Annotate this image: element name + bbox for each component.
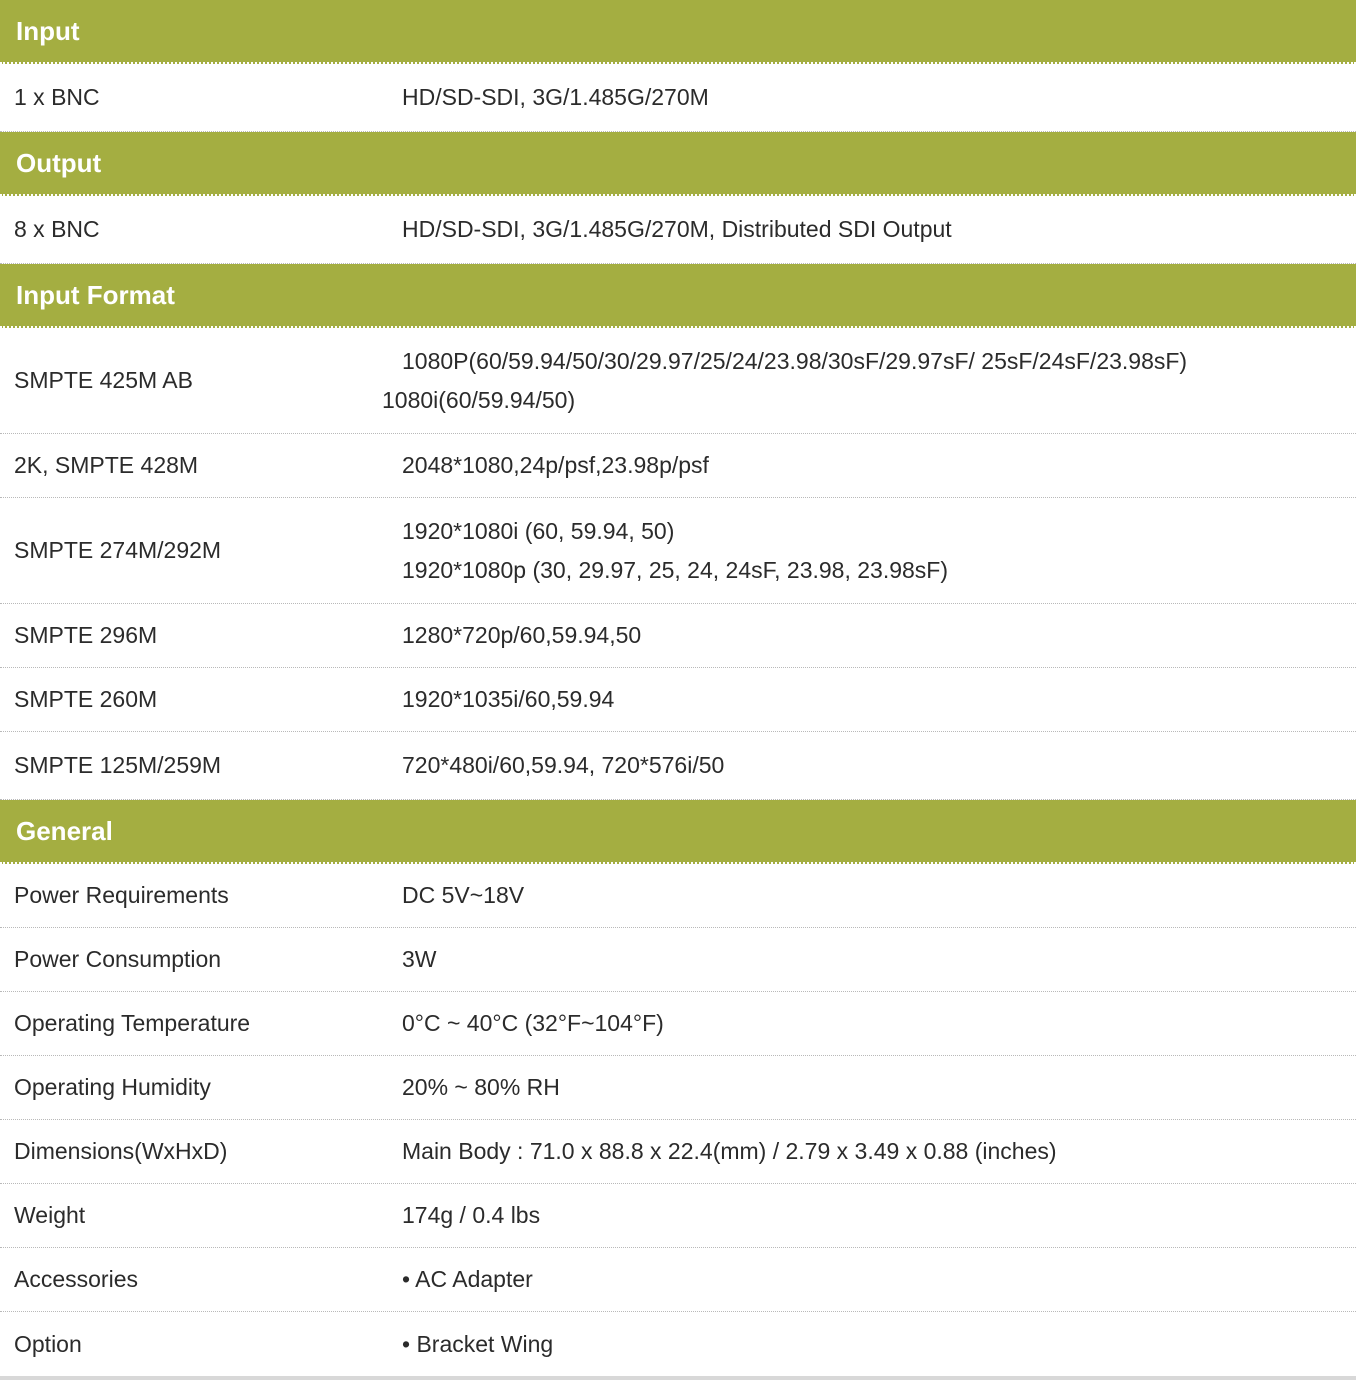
section-title: Input <box>16 15 80 46</box>
value-line: 1080P(60/59.94/50/30/29.97/25/24/23.98/3… <box>402 347 1188 374</box>
section-header-output: Output <box>0 132 1356 196</box>
row-label: Weight <box>14 1202 86 1228</box>
table-row: Weight 174g / 0.4 lbs <box>0 1184 1356 1248</box>
row-label: SMPTE 274M/292M <box>14 537 222 563</box>
row-label: 8 x BNC <box>14 216 100 242</box>
row-label: Accessories <box>14 1266 138 1292</box>
table-row: SMPTE 425M AB 1080P(60/59.94/50/30/29.97… <box>0 328 1356 434</box>
table-row: 8 x BNC HD/SD-SDI, 3G/1.485G/270M, Distr… <box>0 196 1356 264</box>
row-value: 1920*1080i (60, 59.94, 50) 1920*1080p (3… <box>382 518 1356 584</box>
table-row: 1 x BNC HD/SD-SDI, 3G/1.485G/270M <box>0 64 1356 132</box>
section-header-input-format: Input Format <box>0 264 1356 328</box>
value-line: 1920*1080p (30, 29.97, 25, 24, 24sF, 23.… <box>402 556 949 583</box>
row-label: Dimensions(WxHxD) <box>14 1138 228 1164</box>
value-line: 1920*1080i (60, 59.94, 50) <box>402 517 675 544</box>
row-label: Operating Temperature <box>14 1010 251 1036</box>
row-value: 0°C ~ 40°C (32°F~104°F) <box>402 1010 664 1036</box>
table-row: Power Requirements DC 5V~18V <box>0 864 1356 928</box>
row-label: Power Requirements <box>14 882 229 908</box>
table-row: SMPTE 125M/259M 720*480i/60,59.94, 720*5… <box>0 732 1356 800</box>
section-title: Output <box>16 147 102 178</box>
section-title: General <box>16 815 113 846</box>
row-label: 1 x BNC <box>14 84 100 110</box>
row-label: 2K, SMPTE 428M <box>14 452 199 478</box>
table-row: 2K, SMPTE 428M 2048*1080,24p/psf,23.98p/… <box>0 434 1356 498</box>
table-row: Dimensions(WxHxD) Main Body : 71.0 x 88.… <box>0 1120 1356 1184</box>
row-value: 3W <box>402 946 437 972</box>
row-value: HD/SD-SDI, 3G/1.485G/270M <box>402 84 709 110</box>
row-label: SMPTE 425M AB <box>14 367 193 393</box>
row-value: • AC Adapter <box>402 1266 533 1292</box>
table-row: Power Consumption 3W <box>0 928 1356 992</box>
row-value: 2048*1080,24p/psf,23.98p/psf <box>402 452 709 478</box>
table-row: Option • Bracket Wing <box>0 1312 1356 1376</box>
row-label: Power Consumption <box>14 946 222 972</box>
row-label: Option <box>14 1330 82 1357</box>
table-row: Accessories • AC Adapter <box>0 1248 1356 1312</box>
section-header-input: Input <box>0 0 1356 64</box>
row-value: HD/SD-SDI, 3G/1.485G/270M, Distributed S… <box>402 216 952 242</box>
row-value: 1080P(60/59.94/50/30/29.97/25/24/23.98/3… <box>382 348 1356 414</box>
row-value: Main Body : 71.0 x 88.8 x 22.4(mm) / 2.7… <box>402 1138 1057 1164</box>
spec-table: Input 1 x BNC HD/SD-SDI, 3G/1.485G/270M … <box>0 0 1356 1380</box>
section-title: Input Format <box>16 279 175 310</box>
table-bottom-border <box>0 1376 1356 1380</box>
row-value: DC 5V~18V <box>402 882 525 908</box>
row-value: 174g / 0.4 lbs <box>402 1202 541 1228</box>
row-label: SMPTE 296M <box>14 622 158 648</box>
row-label: SMPTE 260M <box>14 686 158 712</box>
row-value: • Bracket Wing <box>402 1330 554 1357</box>
row-label: SMPTE 125M/259M <box>14 752 222 778</box>
table-row: Operating Humidity 20% ~ 80% RH <box>0 1056 1356 1120</box>
row-label: Operating Humidity <box>14 1074 211 1100</box>
table-row: SMPTE 274M/292M 1920*1080i (60, 59.94, 5… <box>0 498 1356 604</box>
section-header-general: General <box>0 800 1356 864</box>
table-row: Operating Temperature 0°C ~ 40°C (32°F~1… <box>0 992 1356 1056</box>
row-value: 720*480i/60,59.94, 720*576i/50 <box>402 752 725 778</box>
table-row: SMPTE 260M 1920*1035i/60,59.94 <box>0 668 1356 732</box>
row-value: 1920*1035i/60,59.94 <box>402 686 615 712</box>
value-line: 1080i(60/59.94/50) <box>382 386 576 413</box>
row-value: 20% ~ 80% RH <box>402 1074 560 1100</box>
row-value: 1280*720p/60,59.94,50 <box>402 622 642 648</box>
table-row: SMPTE 296M 1280*720p/60,59.94,50 <box>0 604 1356 668</box>
